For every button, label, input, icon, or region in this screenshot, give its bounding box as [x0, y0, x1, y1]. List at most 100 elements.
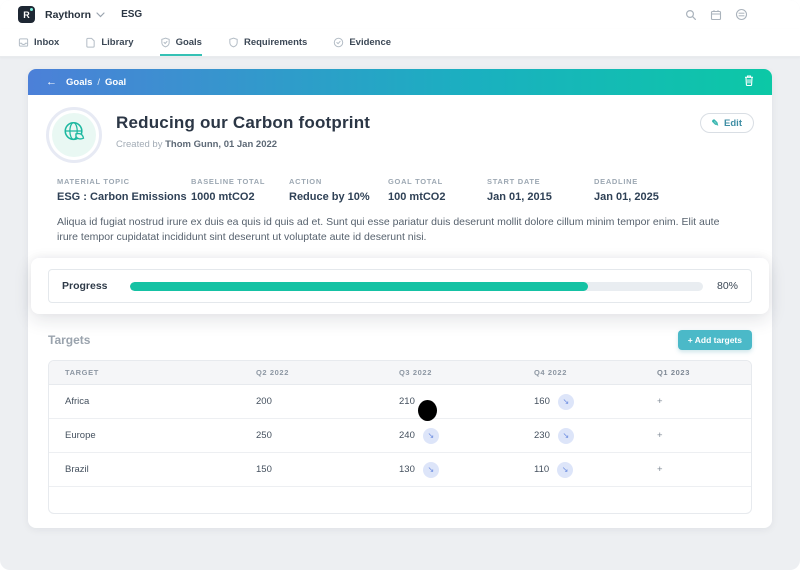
company-switcher[interactable]: Raythorn: [45, 9, 105, 21]
value-text: 210: [399, 396, 415, 407]
progress-label: Progress: [62, 280, 108, 292]
goal-avatar: [46, 107, 102, 163]
value-text: 240: [399, 430, 415, 441]
targets-table-header: TARGET Q2 2022 Q3 2022 Q4 2022 Q1 2023: [49, 361, 751, 385]
menu-icon[interactable]: [735, 8, 748, 21]
breadcrumb-separator: /: [97, 76, 101, 88]
column-header-q1-2023: Q1 2023: [657, 368, 690, 377]
back-arrow-icon[interactable]: ←: [46, 76, 57, 88]
topbar: R Raythorn ESG: [0, 0, 800, 29]
target-value: 240 ↘: [349, 427, 489, 444]
value-text: 130: [399, 464, 415, 475]
document-icon: [85, 37, 96, 48]
meta-value: Jan 01, 2015: [487, 191, 552, 203]
decrease-arrow-badge[interactable]: ↘: [557, 461, 574, 478]
mouse-cursor-dot: [418, 400, 437, 421]
target-value: 200: [256, 396, 272, 407]
primary-nav: Inbox Library Goals Requirements Evidenc…: [0, 29, 800, 57]
check-circle-icon: [333, 37, 344, 48]
progress-box: Progress 80%: [48, 269, 752, 303]
edit-goal-button[interactable]: ✎ Edit: [699, 113, 754, 133]
target-value: 250: [256, 430, 272, 441]
target-name: Europe: [65, 430, 96, 441]
meta-label: GOAL TOTAL: [388, 177, 443, 186]
add-value-cell[interactable]: +: [629, 464, 751, 475]
goal-title: Reducing our Carbon footprint: [116, 113, 371, 132]
shield-icon: [228, 37, 239, 48]
created-prefix: Created by: [116, 139, 163, 150]
goal-titles: Reducing our Carbon footprint Created by…: [116, 107, 700, 150]
workspace-label[interactable]: ESG: [121, 9, 142, 20]
search-icon[interactable]: [685, 9, 697, 21]
add-value-cell[interactable]: +: [629, 396, 751, 407]
tab-label: Library: [101, 36, 134, 48]
meta-label: ACTION: [289, 177, 322, 186]
target-value: 230 ↘: [489, 427, 629, 444]
table-empty-row: [49, 487, 751, 513]
company-name: Raythorn: [45, 8, 92, 21]
add-targets-button[interactable]: + Add targets: [677, 330, 752, 350]
add-value-cell[interactable]: +: [629, 430, 751, 441]
meta-baseline-total: BASELINE TOTAL 1000 mtCO2: [191, 177, 289, 203]
breadcrumb-parent[interactable]: Goals: [66, 77, 92, 88]
tab-label: Inbox: [34, 36, 60, 48]
progress-percent: 80%: [716, 280, 738, 292]
meta-deadline: DEADLINE Jan 01, 2025: [594, 177, 659, 203]
logo-letter: R: [23, 9, 30, 20]
value-text: 110: [534, 464, 550, 475]
tab-library[interactable]: Library: [85, 29, 134, 56]
inbox-icon: [18, 37, 29, 48]
shield-check-icon: [160, 37, 171, 48]
goal-created-line: Created by Thom Gunn, 01 Jan 2022: [116, 139, 700, 150]
column-header-q2-2022: Q2 2022: [256, 368, 289, 377]
chevron-down-icon: [96, 11, 105, 18]
target-value: 150: [256, 464, 272, 475]
meta-value: ESG : Carbon Emissions: [57, 191, 187, 203]
tab-label: Goals: [175, 36, 202, 48]
raythorn-logo: R: [18, 6, 35, 23]
decrease-arrow-badge[interactable]: ↘: [422, 461, 439, 478]
targets-section: Targets + Add targets TARGET Q2 2022 Q3 …: [28, 318, 772, 516]
logo-dot: [30, 8, 33, 11]
meta-label: START DATE: [487, 177, 541, 186]
column-header-q4-2022: Q4 2022: [534, 368, 567, 377]
meta-goal-total: GOAL TOTAL 100 mtCO2: [388, 177, 487, 203]
meta-label: BASELINE TOTAL: [191, 177, 266, 186]
breadcrumb: ← Goals / Goal: [28, 69, 772, 95]
progress-card: Progress 80%: [31, 258, 769, 314]
decrease-arrow-badge[interactable]: ↘: [422, 427, 439, 444]
tab-evidence[interactable]: Evidence: [333, 29, 391, 56]
meta-label: MATERIAL TOPIC: [57, 177, 130, 186]
goal-header: Reducing our Carbon footprint Created by…: [28, 95, 772, 167]
decrease-arrow-badge[interactable]: ↘: [557, 427, 574, 444]
table-row-africa: Africa 200 210 160 ↘ +: [49, 385, 751, 419]
meta-value: Jan 01, 2025: [594, 191, 659, 203]
target-value: 130 ↘: [349, 461, 489, 478]
targets-heading: Targets: [48, 333, 91, 347]
target-value: 160 ↘: [489, 393, 629, 410]
column-header-q3-2022: Q3 2022: [399, 368, 432, 377]
column-header-target: TARGET: [65, 368, 99, 377]
goal-description: Aliqua id fugiat nostrud irure ex duis e…: [57, 216, 720, 243]
tab-requirements[interactable]: Requirements: [228, 29, 307, 56]
tab-label: Requirements: [243, 36, 308, 48]
avatar-background: [52, 113, 96, 157]
app-window: R Raythorn ESG Inbox Library Goals Requi…: [0, 0, 800, 570]
value-text: 160: [534, 396, 550, 407]
calendar-icon[interactable]: [710, 9, 722, 21]
meta-value: 100 mtCO2: [388, 191, 446, 203]
trash-icon: [743, 74, 755, 90]
progress-bar: [129, 281, 703, 291]
meta-material-topic: MATERIAL TOPIC ESG : Carbon Emissions: [57, 177, 191, 203]
target-name: Africa: [65, 396, 90, 407]
goal-meta-row: MATERIAL TOPIC ESG : Carbon Emissions BA…: [28, 167, 772, 203]
topbar-icons: [685, 8, 748, 21]
delete-goal-button[interactable]: [740, 71, 758, 93]
created-detail: Thom Gunn, 01 Jan 2022: [165, 139, 278, 150]
decrease-arrow-badge[interactable]: ↘: [557, 393, 574, 410]
tab-label: Evidence: [349, 36, 392, 48]
tab-goals[interactable]: Goals: [159, 29, 202, 56]
meta-action: ACTION Reduce by 10%: [289, 177, 388, 203]
tab-inbox[interactable]: Inbox: [18, 29, 59, 56]
meta-label: DEADLINE: [594, 177, 638, 186]
